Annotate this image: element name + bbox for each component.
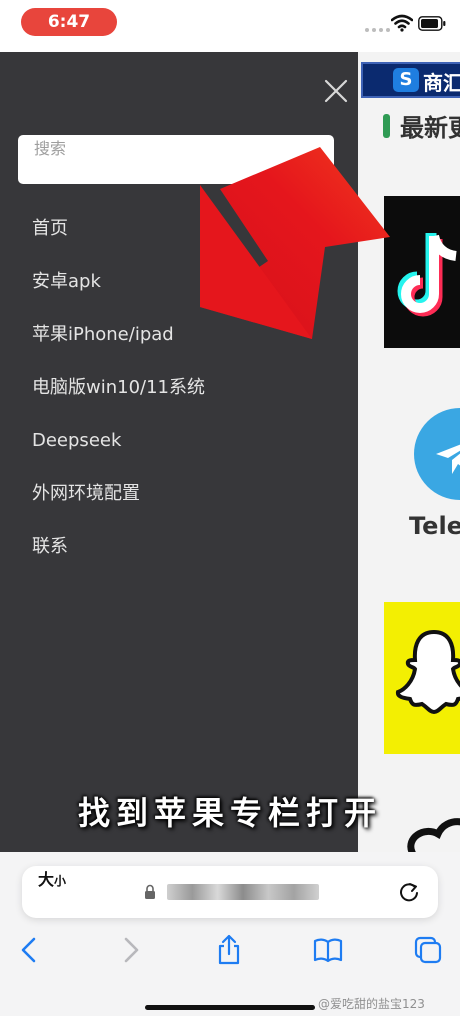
weibo-watermark: @爱吃甜的盐宝123 xyxy=(318,997,425,1011)
web-page-content: S 商汇 最新更 Tele xyxy=(358,52,460,862)
telegram-icon[interactable] xyxy=(414,408,460,500)
back-button[interactable] xyxy=(14,934,46,966)
close-icon[interactable] xyxy=(322,77,350,105)
back-icon xyxy=(21,937,36,963)
section-title: 最新更 xyxy=(400,114,460,142)
battery-icon xyxy=(418,16,446,31)
share-icon xyxy=(218,934,240,965)
menu-item-iphone[interactable]: 苹果iPhone/ipad xyxy=(0,308,358,361)
text-size-big-label: 大 xyxy=(38,870,55,889)
bookmarks-button[interactable] xyxy=(312,934,344,966)
text-size-small-label: 小 xyxy=(54,874,67,888)
search-placeholder: 搜索 xyxy=(34,139,67,158)
lock-icon xyxy=(145,884,155,899)
search-input[interactable]: 搜索 xyxy=(18,135,334,184)
video-caption: 找到苹果专栏打开 xyxy=(77,794,382,832)
menu-item-home[interactable]: 首页 xyxy=(0,202,358,255)
home-indicator xyxy=(145,1005,315,1010)
share-button[interactable] xyxy=(213,934,245,966)
status-time: 6:47 xyxy=(21,8,117,36)
site-logo-mark: S xyxy=(393,68,419,92)
section-accent-bar xyxy=(383,114,390,138)
tabs-icon xyxy=(414,936,442,964)
site-logo-text: 商汇 xyxy=(423,71,460,95)
telegram-label: Tele xyxy=(409,512,460,540)
url-text[interactable] xyxy=(167,884,319,900)
status-bar: 6:47 xyxy=(0,0,460,52)
forward-button[interactable] xyxy=(114,934,146,966)
browser-toolbar: 大小 @爱吃甜的盐宝123 xyxy=(0,852,460,1016)
wifi-icon xyxy=(391,14,413,32)
menu-list: 首页 安卓apk 苹果iPhone/ipad 电脑版win10/11系统 Dee… xyxy=(0,202,358,573)
address-bar[interactable]: 大小 xyxy=(22,866,438,918)
navigation-drawer: 搜索 首页 安卓apk 苹果iPhone/ipad 电脑版win10/11系统 … xyxy=(0,52,358,862)
tiktok-app-tile[interactable] xyxy=(384,196,460,348)
menu-item-network-config[interactable]: 外网环境配置 xyxy=(0,467,358,520)
menu-item-android[interactable]: 安卓apk xyxy=(0,255,358,308)
snapchat-app-tile[interactable] xyxy=(384,602,460,754)
snapchat-icon xyxy=(395,629,460,715)
text-size-button[interactable]: 大小 xyxy=(38,866,66,890)
menu-item-contact[interactable]: 联系 xyxy=(0,520,358,573)
tiktok-icon xyxy=(397,233,457,317)
site-logo[interactable]: S 商汇 xyxy=(361,62,460,98)
cellular-signal-icon xyxy=(365,28,390,32)
menu-item-pc-windows[interactable]: 电脑版win10/11系统 xyxy=(0,361,358,414)
menu-item-deepseek[interactable]: Deepseek xyxy=(0,414,358,467)
tabs-button[interactable] xyxy=(412,934,444,966)
bookmarks-icon xyxy=(313,938,343,963)
forward-icon xyxy=(124,937,139,963)
reload-icon[interactable] xyxy=(398,881,420,903)
